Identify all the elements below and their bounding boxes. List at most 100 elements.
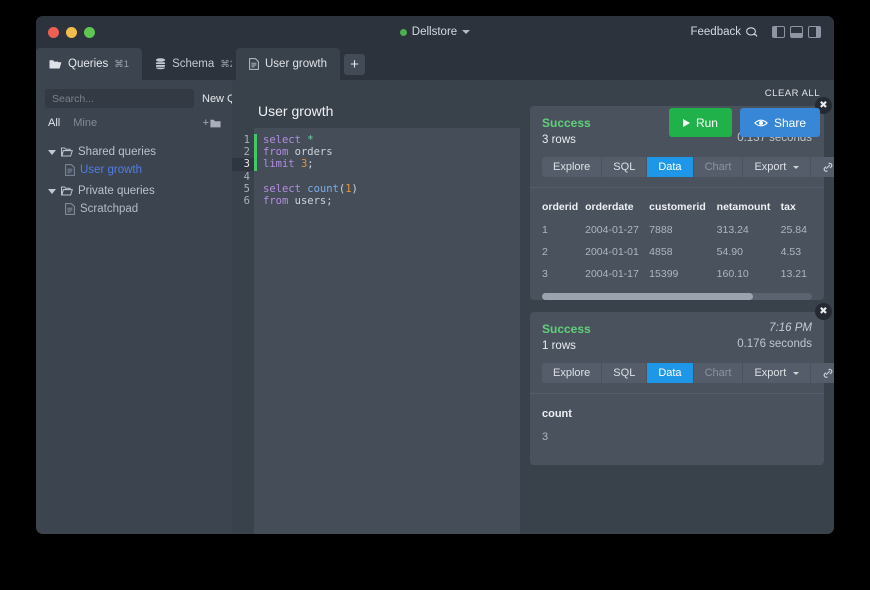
table-column-header[interactable]: orderdate [585,198,649,219]
folder-open-icon [61,147,73,157]
bottom-panel-icon[interactable] [790,26,803,38]
table-cell: 13.21 [780,268,807,280]
editor-gutter: 123456 [232,128,254,534]
code-token: select [263,182,301,195]
tree-folder-shared-queries[interactable]: Shared queries [36,143,232,161]
chevron-down-icon [793,165,800,169]
panel-toggles [772,26,821,38]
result-tab-explore[interactable]: Explore [542,363,603,383]
result-tab-label: Chart [704,161,732,173]
table-column-header[interactable]: orderid [542,198,585,219]
scrollbar-thumb[interactable] [542,293,753,300]
status-badge: Success [542,116,591,130]
sidebar-tab-queries-shortcut: ⌘1 [114,58,130,70]
tree-group-private: Private queries Scratchpad [36,182,232,218]
result-tab-export[interactable]: Export [743,363,812,383]
title-bar-right: Feedback [690,26,834,38]
code-line: select count(1) [263,183,520,195]
result-view-tabs: Explore SQL Data Chart Export [542,157,834,177]
feedback-label: Feedback [690,26,741,38]
new-folder-button[interactable]: + [203,117,221,129]
table-cell: 2004-01-01 [585,246,639,258]
maximize-window-button[interactable] [84,26,95,38]
code-line: select * [263,134,520,146]
code-token: count [307,182,339,195]
code-token: * [307,134,314,146]
close-window-button[interactable] [48,26,59,38]
run-button[interactable]: Run [668,108,732,137]
table-column-header[interactable]: count [542,408,812,420]
tree-item-label: User growth [80,164,142,176]
result-tab-data[interactable]: Data [647,363,694,383]
query-tree: Shared queries User growth Private queri… [36,133,232,221]
title-bar: Dellstore Feedback [36,16,834,48]
table-cell: 4858 [649,246,673,258]
line-number: 5 [243,182,250,195]
result-tab-label: SQL [613,367,636,379]
result-tab-sql[interactable]: SQL [602,157,648,177]
table-column-header[interactable]: tax [781,198,812,219]
plus-label: + [202,117,209,129]
result-tab-sql[interactable]: SQL [602,363,648,383]
editor-results-split: User growth 123456 select * from orders li… [232,80,834,534]
chat-bubble-icon [746,26,758,37]
clear-all-button[interactable]: CLEAR ALL [530,80,824,106]
close-icon[interactable]: ✖ [815,303,832,320]
file-icon [249,58,259,70]
search-input[interactable] [45,89,194,108]
sidebar-tab-queries[interactable]: Queries ⌘1 [36,48,143,80]
table-cell: 3 [542,431,549,443]
table-cell: 2004-01-17 [585,268,639,280]
left-panel-icon[interactable] [772,26,785,38]
minimize-window-button[interactable] [66,26,77,38]
result-cards: ✖Success3 rows9:22 AM0.137 secondsExplor… [530,97,834,477]
status-badge: Success [542,322,591,336]
table-cell: 15399 [649,268,679,280]
tree-folder-private-queries[interactable]: Private queries [36,182,232,200]
result-view-tabs: Explore SQL Data Chart Export [542,363,834,383]
result-tab-label: Data [658,367,682,379]
run-label: Run [695,115,718,130]
line-number: 6 [243,194,250,207]
filter-all[interactable]: All [48,117,60,129]
share-button[interactable]: Share [739,108,820,137]
tree-item-user-growth[interactable]: User growth [36,161,232,179]
table-cell: 313.24 [716,224,749,236]
result-link-button[interactable] [811,157,834,177]
horizontal-scrollbar[interactable] [542,293,812,300]
line-number: 4 [243,170,250,183]
table-cell: 2004-01-27 [585,224,639,236]
result-tab-chart: Chart [693,157,744,177]
result-tab-export[interactable]: Export [743,157,812,177]
code-token: ) [351,182,358,195]
editor-tab-bar: User growth + [232,48,834,80]
chevron-down-icon [462,30,471,34]
filter-mine[interactable]: Mine [73,117,97,129]
table-cell: 3 [542,268,548,280]
link-icon [823,368,833,378]
tree-folder-label: Private queries [78,185,155,197]
app-body: Queries ⌘1 Schema ⌘2 New Query [36,48,834,534]
result-single-value: count 3 [542,394,812,465]
new-tab-button[interactable]: + [344,53,365,75]
result-tab-explore[interactable]: Explore [542,157,603,177]
line-number: 2 [243,146,250,159]
editor-code[interactable]: select * from orders limit 3; select count… [257,128,520,534]
feedback-button[interactable]: Feedback [690,26,758,38]
tree-group-shared: Shared queries User growth [36,143,232,179]
sql-editor[interactable]: 123456 select * from orders limit 3; selec… [232,128,520,534]
eye-icon [753,119,768,126]
chevron-down-icon [793,371,800,375]
table-column-header[interactable]: customerid [649,198,716,219]
line-number: 1 [243,134,250,146]
tree-item-scratchpad[interactable]: Scratchpad [36,200,232,218]
result-tab-label: Export [754,161,787,173]
editor-pane: User growth 123456 select * from orders li… [232,80,520,534]
tree-folder-label: Shared queries [78,146,156,158]
result-link-button[interactable] [811,363,834,383]
table-column-header[interactable]: netamount [717,198,781,219]
database-icon [155,58,166,70]
editor-tab-user-growth[interactable]: User growth [236,48,340,80]
right-panel-icon[interactable] [808,26,821,38]
result-tab-data[interactable]: Data [647,157,694,177]
